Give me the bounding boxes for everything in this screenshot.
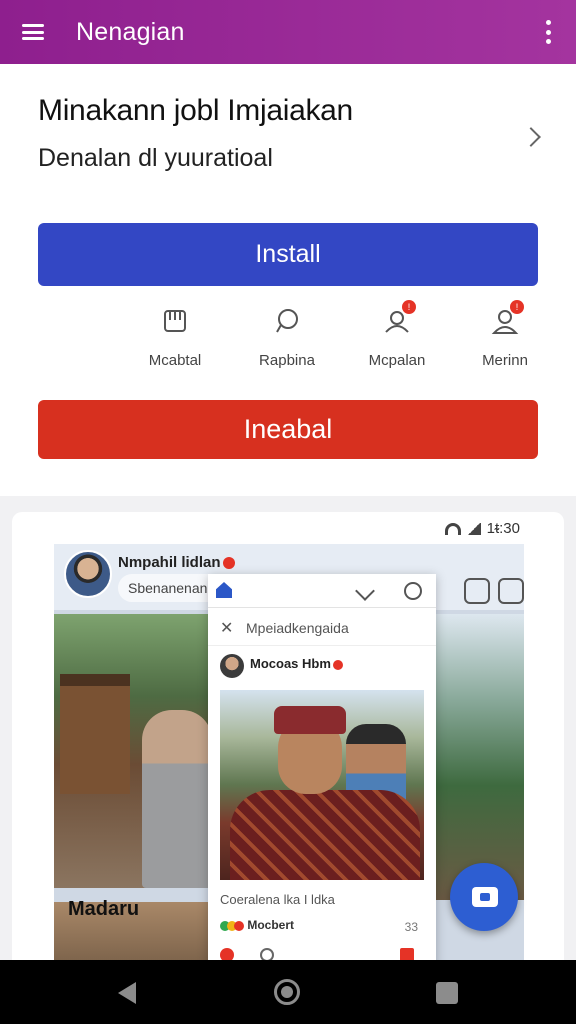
popup-photo — [220, 690, 424, 880]
app-bar: Nenagian — [0, 0, 576, 64]
popup-caption: Coeralena lka I ldka — [220, 892, 335, 907]
avatar — [220, 654, 244, 678]
popup-user-name: Mocoas Hbm — [250, 656, 343, 671]
system-navigation-bar — [0, 960, 576, 1024]
notification-badge: ! — [510, 300, 524, 314]
reaction-label: Mocbert — [247, 918, 295, 932]
video-icon — [472, 887, 498, 907]
app-bar-title: Nenagian — [76, 17, 185, 46]
popup-search-text: Mpeiadkengaida — [246, 620, 349, 636]
chevron-right-icon[interactable] — [521, 127, 541, 147]
bookmark-icon — [164, 310, 186, 332]
action-chat[interactable]: Rapbina — [242, 306, 332, 369]
wifi-icon — [444, 522, 461, 535]
action-row: Mcabtal Rapbina ! Mcpalan ! Merinn — [130, 300, 550, 376]
open-button[interactable]: Ineabal — [38, 400, 538, 459]
action-label: Mcabtal — [148, 352, 202, 369]
action-bookmark[interactable]: Mcabtal — [130, 306, 220, 369]
avatar — [64, 550, 112, 598]
app-name: Minakann jobl Imjaiakan — [38, 94, 353, 127]
heart-icon — [355, 581, 375, 601]
signal-icon — [466, 522, 481, 535]
star-icon — [498, 578, 524, 604]
preview-header-icons — [464, 578, 524, 604]
preview-profile-name: Nmpahil lidlan — [118, 554, 235, 571]
landscape-photo — [434, 614, 524, 900]
message-icon — [464, 578, 490, 604]
install-button[interactable]: Install — [38, 223, 538, 286]
chat-icon — [276, 309, 298, 333]
popup-toolbar — [208, 574, 436, 608]
back-icon[interactable] — [118, 982, 136, 1004]
app-subtitle: Denalan dl yuuratioal — [38, 144, 273, 172]
action-label: Rapbina — [259, 352, 315, 369]
status-time: 1ᵵ:30 — [486, 520, 520, 537]
action-profile[interactable]: ! Merinn — [460, 300, 550, 369]
more-options-icon[interactable] — [546, 20, 552, 44]
home-icon — [216, 582, 232, 598]
recents-icon[interactable] — [436, 982, 458, 1004]
app-listing-card: Minakann jobl Imjaiakan Denalan dl yuura… — [0, 64, 576, 496]
refresh-icon — [404, 582, 422, 600]
fab-video-button[interactable] — [450, 863, 518, 931]
action-label: Mcpalan — [368, 352, 426, 369]
close-icon: ✕ — [220, 620, 234, 637]
reaction-count: 33 — [404, 920, 418, 934]
popup-user: Mocoas Hbm — [220, 654, 420, 684]
home-button-icon[interactable] — [274, 979, 300, 1005]
preview-caption: Madaru — [68, 898, 140, 920]
popup-search-bar: ✕ Mpeiadkengaida — [208, 610, 436, 646]
village-photo — [54, 614, 214, 888]
menu-icon[interactable] — [22, 21, 50, 43]
action-label: Merinn — [482, 352, 528, 369]
notification-badge: ! — [402, 300, 416, 314]
preview-popup: ✕ Mpeiadkengaida Mocoas Hbm Coeralena lk… — [208, 574, 436, 972]
popup-reactions: Mocbert 33 — [220, 918, 424, 938]
status-bar: 1ᵵ:30 — [444, 520, 520, 537]
action-people[interactable]: ! Mcpalan — [352, 300, 442, 369]
